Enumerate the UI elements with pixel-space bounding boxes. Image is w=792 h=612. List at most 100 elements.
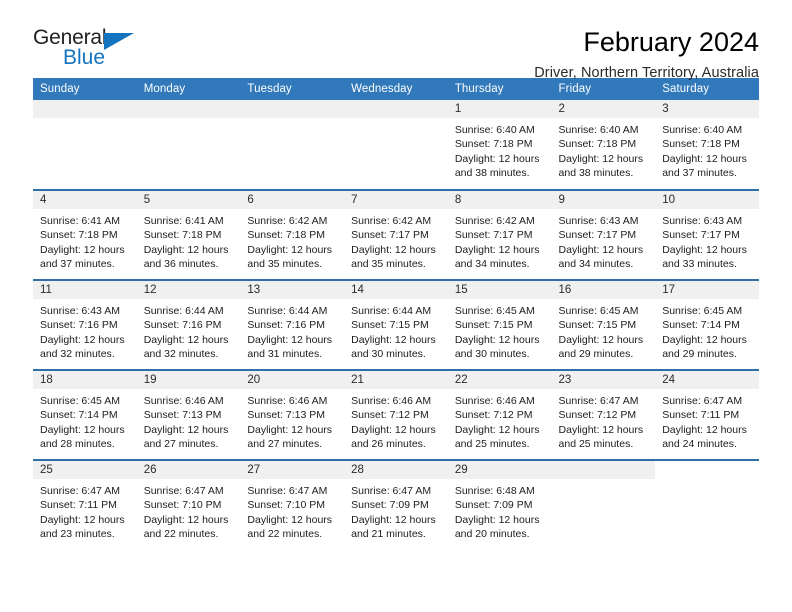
sunset-time: Sunset: 7:17 PM [454,229,533,242]
calendar-day-cell[interactable]: 10 Sunrise: 6:43 AM Sunset: 7:17 PM Dayligh… [655,189,759,280]
daylight-duration-line1: Daylight: 12 hours [558,333,644,346]
calendar-day-cell[interactable]: 16 Sunrise: 6:45 AM Sunset: 7:15 PM Dayligh… [551,279,656,370]
daylight-duration-line1: Daylight: 12 hours [454,152,540,165]
daylight-duration-line2: and 37 minutes. [40,257,115,270]
day-number [655,461,759,479]
daylight-duration-line2: and 22 minutes. [247,527,323,540]
day-details: Sunrise: 6:45 AM Sunset: 7:15 PM Daylight:… [552,299,656,361]
calendar-day-cell[interactable]: 14 Sunrise: 6:44 AM Sunset: 7:15 PM Dayligh… [344,279,448,370]
daylight-duration-line1: Daylight: 12 hours [40,333,125,346]
daylight-duration-line1: Daylight: 12 hours [247,423,333,436]
day-details: Sunrise: 6:41 AM Sunset: 7:18 PM Daylight:… [33,209,137,271]
calendar-day-cell[interactable]: 1 Sunrise: 6:40 AM Sunset: 7:18 PM Daylight… [447,100,552,190]
daylight-duration-line1: Daylight: 12 hours [454,513,540,526]
day-number: 24 [655,371,759,389]
daylight-duration-line2: and 27 minutes. [143,437,219,450]
calendar-day-cell[interactable]: 15 Sunrise: 6:45 AM Sunset: 7:15 PM Dayligh… [447,279,552,370]
sunset-time: Sunset: 7:09 PM [454,499,533,512]
day-details: Sunrise: 6:44 AM Sunset: 7:16 PM Daylight:… [137,299,241,361]
daylight-duration-line1: Daylight: 12 hours [454,333,540,346]
daylight-duration-line1: Daylight: 12 hours [558,243,644,256]
calendar-day-cell[interactable]: 3 Sunrise: 6:40 AM Sunset: 7:18 PM Daylight… [655,100,759,190]
daylight-duration-line1: Daylight: 12 hours [40,243,125,256]
daylight-duration-line2: and 23 minutes. [40,527,115,540]
day-details: Sunrise: 6:46 AM Sunset: 7:12 PM Daylight:… [344,389,448,451]
sunrise-time: Sunrise: 6:47 AM [40,485,120,497]
daylight-duration-line2: and 34 minutes. [454,257,530,270]
day-details: Sunrise: 6:44 AM Sunset: 7:16 PM Daylight:… [240,299,344,361]
sunset-time: Sunset: 7:12 PM [454,409,533,422]
day-details: Sunrise: 6:43 AM Sunset: 7:17 PM Daylight:… [655,209,759,271]
day-details: Sunrise: 6:48 AM Sunset: 7:09 PM Daylight:… [448,479,552,541]
day-details: Sunrise: 6:46 AM Sunset: 7:13 PM Daylight:… [137,389,241,451]
calendar-day-cell[interactable]: 23 Sunrise: 6:47 AM Sunset: 7:12 PM Dayligh… [551,369,656,460]
day-details: Sunrise: 6:45 AM Sunset: 7:15 PM Daylight:… [448,299,552,361]
sunrise-time: Sunrise: 6:46 AM [143,395,224,407]
calendar-day-cell[interactable]: 24 Sunrise: 6:47 AM Sunset: 7:11 PM Dayligh… [655,369,759,460]
day-number: 4 [33,191,137,209]
daylight-duration-line2: and 31 minutes. [247,347,323,360]
sunrise-time: Sunrise: 6:46 AM [351,395,432,407]
day-number: 17 [655,281,759,299]
calendar-day-cell[interactable]: 12 Sunrise: 6:44 AM Sunset: 7:16 PM Dayligh… [136,279,241,370]
calendar-day-cell[interactable]: 21 Sunrise: 6:46 AM Sunset: 7:12 PM Dayligh… [344,369,448,460]
day-details: Sunrise: 6:42 AM Sunset: 7:17 PM Daylight:… [448,209,552,271]
calendar-day-cell[interactable]: 28 Sunrise: 6:47 AM Sunset: 7:09 PM Dayligh… [344,459,448,550]
calendar-day-cell[interactable]: 8 Sunrise: 6:42 AM Sunset: 7:17 PM Daylight… [447,189,552,280]
calendar-day-cell[interactable]: 7 Sunrise: 6:42 AM Sunset: 7:17 PM Daylight… [344,189,448,280]
daylight-duration-line2: and 21 minutes. [351,527,426,540]
sunrise-time: Sunrise: 6:45 AM [558,305,639,317]
day-details: Sunrise: 6:46 AM Sunset: 7:12 PM Daylight:… [448,389,552,451]
calendar-day-cell[interactable]: 27 Sunrise: 6:47 AM Sunset: 7:10 PM Dayligh… [240,459,345,550]
calendar-day-cell[interactable]: 4 Sunrise: 6:41 AM Sunset: 7:18 PM Daylight… [33,189,137,280]
day-number: 5 [136,191,241,209]
day-number: 18 [33,371,137,389]
sunrise-time: Sunrise: 6:47 AM [662,395,743,407]
sunset-time: Sunset: 7:12 PM [558,409,637,422]
sunrise-time: Sunrise: 6:41 AM [40,215,120,227]
calendar-day-cell[interactable]: 20 Sunrise: 6:46 AM Sunset: 7:13 PM Dayligh… [240,369,345,460]
daylight-duration-line1: Daylight: 12 hours [454,243,540,256]
calendar-day-cell[interactable]: 13 Sunrise: 6:44 AM Sunset: 7:16 PM Dayligh… [240,279,345,370]
calendar-day-cell[interactable]: 17 Sunrise: 6:45 AM Sunset: 7:14 PM Dayligh… [655,279,759,370]
day-details: Sunrise: 6:42 AM Sunset: 7:18 PM Daylight:… [240,209,344,271]
sunrise-time: Sunrise: 6:47 AM [351,485,432,497]
daylight-duration-line1: Daylight: 12 hours [662,333,747,346]
daylight-duration-line1: Daylight: 12 hours [351,243,436,256]
calendar-day-cell[interactable]: 11 Sunrise: 6:43 AM Sunset: 7:16 PM Dayligh… [33,279,137,370]
day-number: 6 [240,191,345,209]
day-number: 19 [136,371,241,389]
daylight-duration-line2: and 25 minutes. [454,437,530,450]
calendar-day-cell[interactable]: 19 Sunrise: 6:46 AM Sunset: 7:13 PM Dayligh… [136,369,241,460]
calendar-day-cell[interactable]: 18 Sunrise: 6:45 AM Sunset: 7:14 PM Dayligh… [33,369,137,460]
sunrise-time: Sunrise: 6:44 AM [143,305,224,317]
daylight-duration-line2: and 27 minutes. [247,437,323,450]
daylight-duration-line2: and 38 minutes. [454,166,530,179]
calendar-day-cell[interactable]: 5 Sunrise: 6:41 AM Sunset: 7:18 PM Daylight… [136,189,241,280]
calendar-day-cell[interactable]: 29 Sunrise: 6:48 AM Sunset: 7:09 PM Dayligh… [447,459,552,550]
day-details: Sunrise: 6:47 AM Sunset: 7:09 PM Daylight:… [344,479,448,541]
calendar-day-cell[interactable]: 25 Sunrise: 6:47 AM Sunset: 7:11 PM Dayligh… [33,459,137,550]
calendar-cell-empty [33,100,137,190]
daylight-duration-line2: and 35 minutes. [247,257,323,270]
daylight-duration-line1: Daylight: 12 hours [662,243,747,256]
daylight-duration-line1: Daylight: 12 hours [247,333,333,346]
sunrise-time: Sunrise: 6:45 AM [662,305,743,317]
calendar-day-cell[interactable]: 26 Sunrise: 6:47 AM Sunset: 7:10 PM Dayligh… [136,459,241,550]
calendar-day-cell[interactable]: 2 Sunrise: 6:40 AM Sunset: 7:18 PM Daylight… [551,100,656,190]
daylight-duration-line1: Daylight: 12 hours [351,333,436,346]
calendar-day-cell[interactable]: 9 Sunrise: 6:43 AM Sunset: 7:17 PM Daylight… [551,189,656,280]
daylight-duration-line1: Daylight: 12 hours [40,513,125,526]
calendar-day-cell[interactable]: 22 Sunrise: 6:46 AM Sunset: 7:12 PM Dayligh… [447,369,552,460]
day-details: Sunrise: 6:46 AM Sunset: 7:13 PM Daylight:… [240,389,344,451]
sunset-time: Sunset: 7:18 PM [662,138,740,151]
daylight-duration-line2: and 28 minutes. [40,437,115,450]
calendar-week-row: 4 Sunrise: 6:41 AM Sunset: 7:18 PM Daylight… [33,189,759,280]
calendar-day-cell[interactable]: 6 Sunrise: 6:42 AM Sunset: 7:18 PM Daylight… [240,189,345,280]
calendar-week-row: 18 Sunrise: 6:45 AM Sunset: 7:14 PM Dayligh… [33,369,759,460]
day-number: 13 [240,281,345,299]
day-number: 21 [344,371,448,389]
day-number: 8 [447,191,552,209]
day-details: Sunrise: 6:45 AM Sunset: 7:14 PM Daylight:… [33,389,137,451]
daylight-duration-line2: and 32 minutes. [40,347,115,360]
